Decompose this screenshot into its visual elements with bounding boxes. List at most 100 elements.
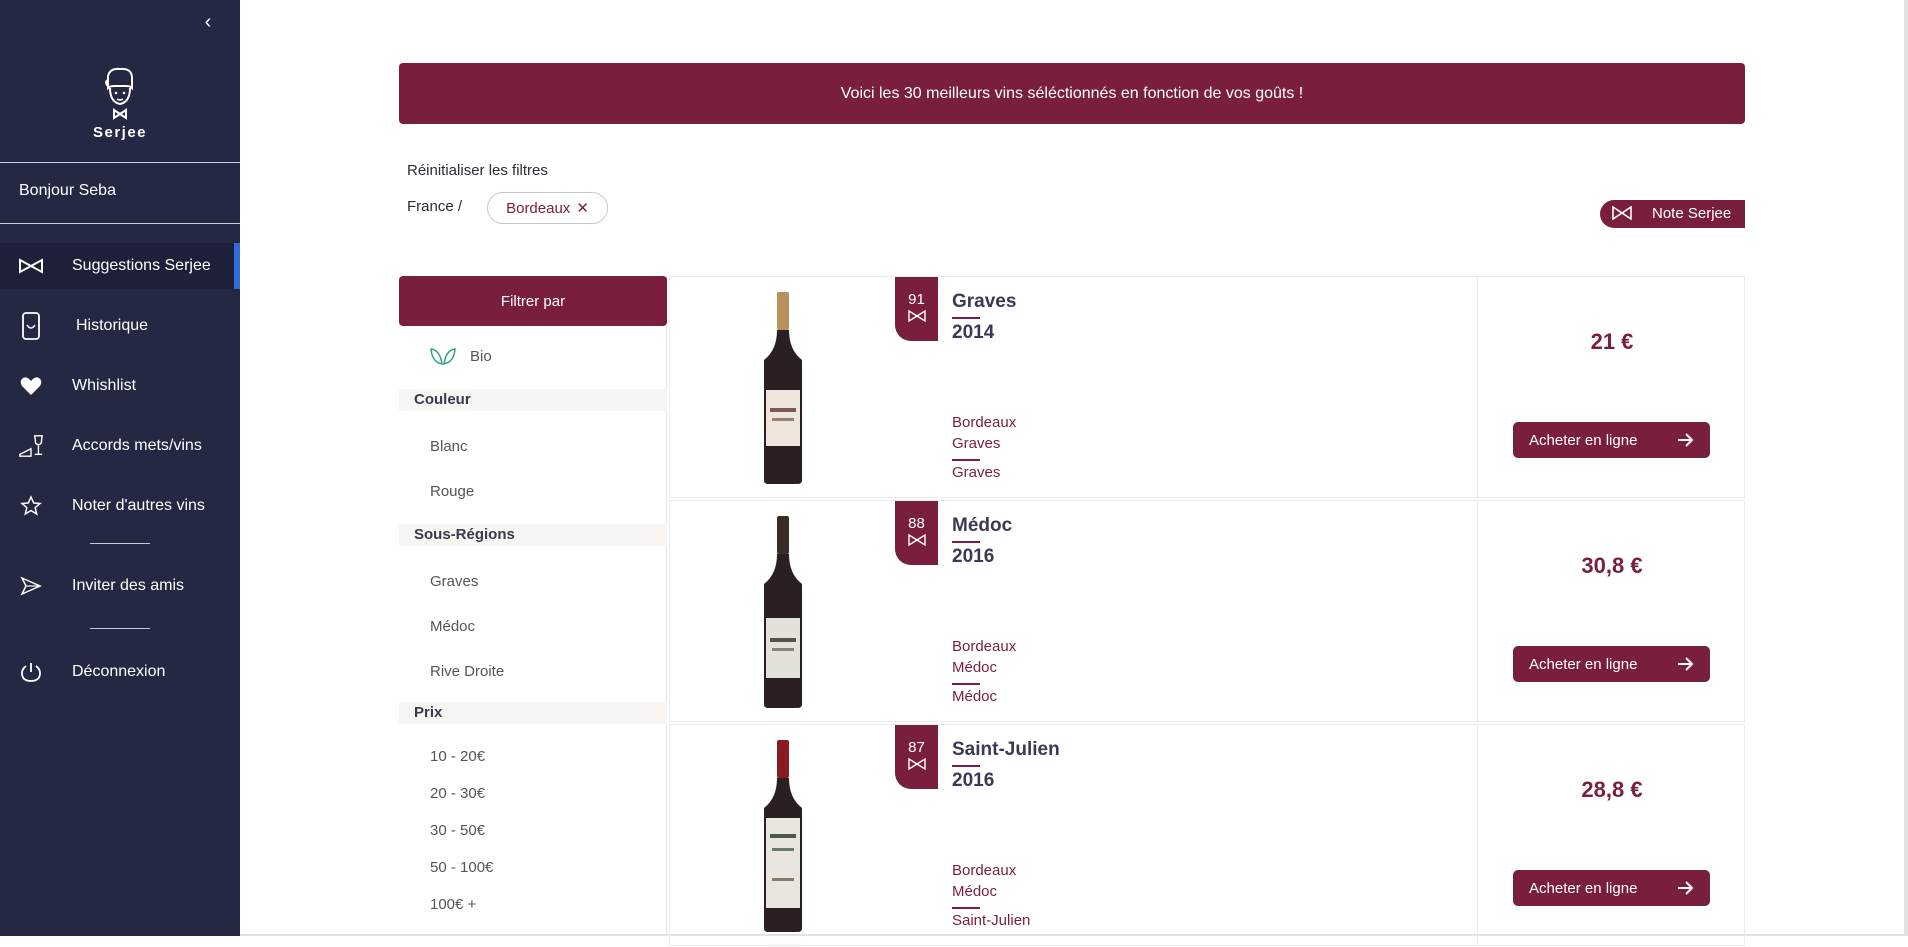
score-badge: 91 xyxy=(895,277,938,341)
note-serjee-label: Note Serjee xyxy=(1652,205,1732,222)
wine-name[interactable]: Médoc xyxy=(952,515,1012,537)
filter-option[interactable]: Graves xyxy=(430,573,478,590)
scrollbar[interactable] xyxy=(1904,0,1908,936)
buy-label: Acheter en ligne xyxy=(1529,879,1638,897)
sidebar-item-deconnexion[interactable]: Déconnexion xyxy=(0,649,240,695)
wine-name[interactable]: Graves xyxy=(952,291,1016,313)
filter-panel-title[interactable]: Filtrer par xyxy=(399,276,667,326)
divider xyxy=(0,162,240,163)
score-value: 88 xyxy=(908,515,925,532)
wine-appellation: Médoc xyxy=(952,688,998,705)
wine-card[interactable]: 88 Médoc 2016 Bordeaux Médoc Médoc 30,8 … xyxy=(669,500,1745,722)
buy-label: Acheter en ligne xyxy=(1529,431,1638,449)
filter-option[interactable]: 20 - 30€ xyxy=(430,785,485,802)
wine-card[interactable]: 91 Graves 2014 Bordeaux Graves Graves 21… xyxy=(669,276,1745,498)
filter-option[interactable]: 10 - 20€ xyxy=(430,748,485,765)
buy-label: Acheter en ligne xyxy=(1529,655,1638,673)
chip-label: Bordeaux xyxy=(506,199,571,217)
sidebar-item-suggestions[interactable]: Suggestions Serjee xyxy=(0,243,240,289)
filter-section-sous-regions: Sous-Régions xyxy=(399,524,667,546)
sidebar-item-label: Inviter des amis xyxy=(72,577,185,594)
reset-filters-link[interactable]: Réinitialiser les filtres xyxy=(407,162,548,179)
wine-subregion: Graves xyxy=(952,435,1001,452)
price-column: 30,8 € Acheter en ligne xyxy=(1477,501,1745,721)
divider xyxy=(0,223,240,224)
buy-online-button[interactable]: Acheter en ligne xyxy=(1513,422,1710,458)
sidebar-item-label: Accords mets/vins xyxy=(72,437,202,454)
filter-option[interactable]: Médoc xyxy=(430,618,475,635)
filter-chip-bordeaux[interactable]: Bordeaux ✕ xyxy=(487,192,608,224)
sidebar-item-label: Suggestions Serjee xyxy=(72,257,211,274)
wine-region: Bordeaux xyxy=(952,638,1017,655)
wine-year: 2016 xyxy=(952,770,995,791)
wine-price: 21 € xyxy=(1590,329,1634,354)
buy-online-button[interactable]: Acheter en ligne xyxy=(1513,870,1710,906)
glass-icon xyxy=(18,312,44,340)
arrow-right-icon xyxy=(1678,881,1694,895)
score-value: 91 xyxy=(908,291,925,308)
wine-region: Bordeaux xyxy=(952,414,1017,431)
power-icon xyxy=(18,659,44,685)
wine-bottle-image xyxy=(670,277,895,499)
score-value: 87 xyxy=(908,739,925,756)
wine-bottle-image xyxy=(670,725,895,947)
bowtie-icon xyxy=(1612,206,1632,220)
filter-option[interactable]: Rive Droite xyxy=(430,663,504,680)
price-column: 28,8 € Acheter en ligne xyxy=(1477,725,1745,945)
sidebar-item-noter[interactable]: Noter d'autres vins xyxy=(0,483,240,529)
breadcrumb: France / xyxy=(407,198,463,215)
arrow-right-icon xyxy=(1678,433,1694,447)
logo-icon xyxy=(105,67,133,120)
divider xyxy=(952,317,980,319)
wine-price: 30,8 € xyxy=(1581,553,1643,578)
score-badge: 88 xyxy=(895,501,938,565)
score-badge: 87 xyxy=(895,725,938,789)
wine-price: 28,8 € xyxy=(1581,777,1643,802)
note-serjee-button[interactable]: Note Serjee xyxy=(1600,200,1745,228)
sidebar-item-label: Noter d'autres vins xyxy=(72,497,205,514)
filter-option[interactable]: 30 - 50€ xyxy=(430,822,485,839)
food-wine-icon xyxy=(18,433,44,459)
wine-subregion: Médoc xyxy=(952,659,998,676)
sidebar-item-accords[interactable]: Accords mets/vins xyxy=(0,423,240,469)
logo: Serjee xyxy=(0,66,240,141)
divider xyxy=(952,765,980,767)
heart-icon xyxy=(18,373,44,399)
recommendation-banner: Voici les 30 meilleurs vins séléctionnés… xyxy=(399,63,1745,124)
chevron-left-icon[interactable]: ‹ xyxy=(198,10,218,34)
divider xyxy=(90,543,150,544)
star-icon xyxy=(18,493,44,519)
bowtie-icon xyxy=(907,758,926,770)
sidebar-item-inviter[interactable]: Inviter des amis xyxy=(0,563,240,609)
wine-bottle-image xyxy=(670,501,895,723)
filter-option[interactable]: 50 - 100€ xyxy=(430,859,493,876)
bowtie-icon xyxy=(18,253,44,279)
filter-bio-label: Bio xyxy=(470,347,492,365)
filter-panel: Filtrer par Bio Couleur Blanc Rouge Sous… xyxy=(399,276,667,936)
buy-online-button[interactable]: Acheter en ligne xyxy=(1513,646,1710,682)
filter-option[interactable]: 100€ + xyxy=(430,896,476,913)
divider xyxy=(90,628,150,629)
divider xyxy=(952,459,980,461)
sidebar-item-whishlist[interactable]: Whishlist xyxy=(0,363,240,409)
filter-option[interactable]: Blanc xyxy=(430,438,468,455)
sidebar-item-historique[interactable]: Historique xyxy=(0,303,240,349)
sidebar: ‹ Serjee Bonjour Seba Suggestions Serjee… xyxy=(0,0,240,936)
filter-section-prix: Prix xyxy=(399,702,667,724)
send-icon xyxy=(18,573,44,599)
filter-bio[interactable]: Bio xyxy=(430,346,492,366)
divider xyxy=(952,907,980,909)
close-icon[interactable]: ✕ xyxy=(576,199,589,217)
sidebar-item-label: Déconnexion xyxy=(72,663,166,680)
wine-name[interactable]: Saint-Julien xyxy=(952,739,1060,761)
price-column: 21 € Acheter en ligne xyxy=(1477,277,1745,497)
wine-card[interactable]: 87 Saint-Julien 2016 Bordeaux Médoc Sain… xyxy=(669,724,1745,946)
leaf-icon xyxy=(430,348,456,365)
wine-year: 2016 xyxy=(952,546,995,567)
filter-section-couleur: Couleur xyxy=(399,389,667,411)
wine-appellation: Saint-Julien xyxy=(952,912,1031,929)
filter-option[interactable]: Rouge xyxy=(430,483,474,500)
arrow-right-icon xyxy=(1678,657,1694,671)
wine-region: Bordeaux xyxy=(952,862,1017,879)
divider xyxy=(952,683,980,685)
